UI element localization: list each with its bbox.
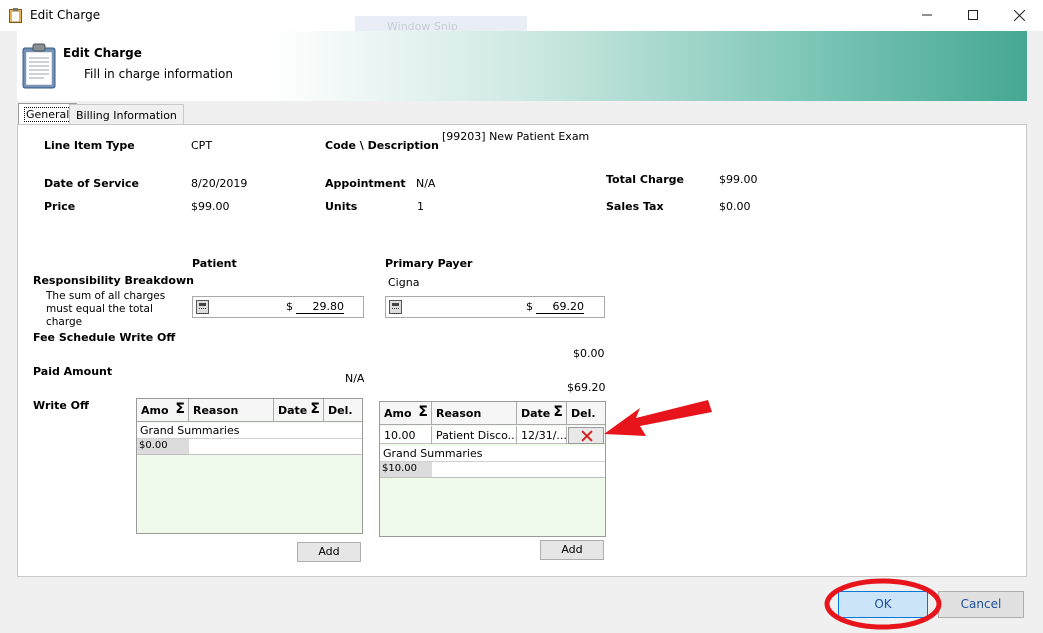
column-header-amount[interactable]: Amo Σ xyxy=(137,399,189,422)
tab-billing-information[interactable]: Billing Information xyxy=(69,104,184,126)
fee-schedule-write-off-label: Fee Schedule Write Off xyxy=(33,331,176,344)
calculator-icon[interactable] xyxy=(196,300,209,314)
grand-summaries-value: $10.00 xyxy=(380,462,432,477)
general-tab-panel: Line Item Type CPT Code \ Description [9… xyxy=(17,124,1027,577)
annotation-circle-icon xyxy=(824,578,942,630)
column-header-delete[interactable]: Del. xyxy=(324,399,362,422)
primary-payer-responsibility-amount: $69.20 xyxy=(526,300,584,314)
fee-schedule-payer-value: $0.00 xyxy=(573,347,605,360)
column-header-date[interactable]: Date Σ xyxy=(517,402,567,425)
payer-write-off-grid[interactable]: Amo Σ Reason Date Σ Del. 10.00 Patient Dis… xyxy=(379,401,606,537)
line-item-type-label: Line Item Type xyxy=(44,139,135,152)
primary-payer-responsibility-input[interactable]: $69.20 xyxy=(385,296,605,318)
grand-summaries-label: Grand Summaries xyxy=(380,446,605,462)
payer-add-write-off-button[interactable]: Add xyxy=(540,540,604,560)
window-title-bar: Edit Charge Window Snip xyxy=(0,0,1043,36)
appointment-value: N/A xyxy=(416,177,436,190)
total-charge-value: $99.00 xyxy=(719,173,758,186)
row-date[interactable]: 12/31/... xyxy=(517,426,567,444)
column-header-amount[interactable]: Amo Σ xyxy=(380,402,432,425)
column-header-date[interactable]: Date Σ xyxy=(274,399,324,422)
sales-tax-label: Sales Tax xyxy=(606,200,664,213)
maximize-icon xyxy=(968,10,978,20)
primary-payer-name: Cigna xyxy=(388,276,420,289)
code-description-label: Code \ Description xyxy=(325,139,439,152)
window-title: Edit Charge xyxy=(30,8,101,22)
paid-amount-payer-value: $69.20 xyxy=(567,381,606,394)
patient-write-off-grid[interactable]: Amo Σ Reason Date Σ Del. Grand Summaries $… xyxy=(136,398,363,534)
minimize-button[interactable] xyxy=(904,0,950,31)
units-label: Units xyxy=(325,200,358,213)
patient-add-write-off-button[interactable]: Add xyxy=(297,542,361,562)
payer-amount-value: 69.20 xyxy=(536,301,584,314)
grand-summaries-row: $10.00 xyxy=(380,462,605,478)
grand-summaries-label: Grand Summaries xyxy=(137,423,362,439)
annotation-arrow-icon xyxy=(604,400,712,436)
responsibility-note: The sum of all charges must equal the to… xyxy=(46,290,166,328)
patient-responsibility-input[interactable]: $29.80 xyxy=(192,296,364,318)
cancel-button[interactable]: Cancel xyxy=(938,591,1024,618)
price-label: Price xyxy=(44,200,76,213)
responsibility-breakdown-label: Responsibility Breakdown xyxy=(33,274,194,287)
clipboard-document-icon xyxy=(22,43,56,89)
paid-amount-patient-value: N/A xyxy=(345,372,365,385)
sales-tax-value: $0.00 xyxy=(719,200,751,213)
sum-icon[interactable]: Σ xyxy=(553,404,563,420)
appointment-label: Appointment xyxy=(325,177,406,190)
maximize-button[interactable] xyxy=(950,0,996,31)
primary-payer-label: Primary Payer xyxy=(385,257,473,270)
column-header-reason[interactable]: Reason xyxy=(432,402,517,425)
sum-icon[interactable]: Σ xyxy=(418,404,428,420)
close-icon xyxy=(1013,9,1025,22)
code-description-value: [99203] New Patient Exam xyxy=(442,130,590,143)
table-row[interactable]: 10.00 Patient Disco... 12/31/... xyxy=(380,426,605,444)
header-banner: Edit Charge Fill in charge information xyxy=(17,31,1027,101)
patient-amount-value: 29.80 xyxy=(296,301,344,314)
minimize-icon xyxy=(922,14,932,16)
date-of-service-label: Date of Service xyxy=(44,177,140,190)
header-subtitle: Fill in charge information xyxy=(84,67,233,81)
line-item-type-value: CPT xyxy=(191,139,213,152)
sum-icon[interactable]: Σ xyxy=(175,401,185,417)
grand-summaries-row: $0.00 xyxy=(137,439,362,455)
patient-responsibility-amount: $29.80 xyxy=(286,300,344,314)
header-title: Edit Charge xyxy=(63,46,142,60)
currency-symbol: $ xyxy=(526,300,533,313)
tab-general-label: General xyxy=(23,107,72,122)
clipboard-icon xyxy=(9,8,22,23)
paid-amount-label: Paid Amount xyxy=(33,365,113,378)
row-reason[interactable]: Patient Disco... xyxy=(432,426,517,444)
calculator-icon[interactable] xyxy=(389,300,402,314)
patient-label: Patient xyxy=(192,257,237,270)
sum-icon[interactable]: Σ xyxy=(310,401,320,417)
row-amount[interactable]: 10.00 xyxy=(380,426,432,444)
price-value: $99.00 xyxy=(191,200,230,213)
total-charge-label: Total Charge xyxy=(606,173,684,186)
column-header-reason[interactable]: Reason xyxy=(189,399,274,422)
grand-summaries-value: $0.00 xyxy=(137,439,189,454)
close-button[interactable] xyxy=(996,0,1042,31)
currency-symbol: $ xyxy=(286,300,293,313)
write-off-label: Write Off xyxy=(33,399,89,412)
date-of-service-value: 8/20/2019 xyxy=(191,177,248,190)
units-value: 1 xyxy=(417,200,424,213)
delete-row-icon[interactable] xyxy=(568,427,604,444)
